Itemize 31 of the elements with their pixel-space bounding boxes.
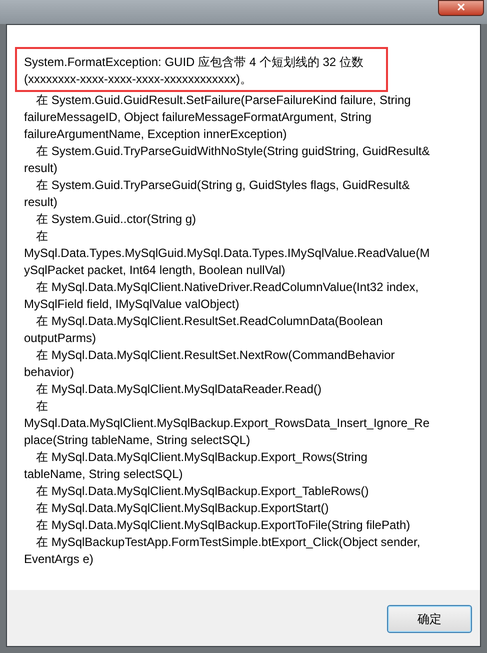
stack-trace-line: 在 MySql.Data.MySqlClient.ResultSet.ReadColumnData(Boolean	[35, 313, 383, 330]
stack-trace-line: outputParms)	[24, 330, 96, 347]
stack-trace-line: 在 MySql.Data.MySqlClient.MySqlBackup.ExportStart()	[35, 500, 329, 517]
ok-button[interactable]: 确定	[387, 605, 472, 633]
stack-trace-line: 在 System.Guid.GuidResult.SetFailure(ParseFailureKind failure, String	[35, 92, 411, 109]
stack-trace-line: 在 MySql.Data.MySqlClient.MySqlBackup.Export_Rows(String	[35, 449, 368, 466]
stack-trace-line: 在 System.Guid..ctor(String g)	[35, 211, 196, 228]
stack-trace-line: 在 System.Guid.TryParseGuidWithNoStyle(String guidString, GuidResult&	[35, 143, 430, 160]
stack-trace-line: 在 MySql.Data.MySqlClient.ResultSet.NextRow(CommandBehavior	[35, 347, 395, 364]
stack-trace-line: EventArgs e)	[24, 551, 94, 568]
error-message: System.FormatException: GUID 应包含带 4 个短划线的 32 位数	[24, 54, 364, 71]
stack-trace-line: 在 MySql.Data.MySqlClient.NativeDriver.ReadColumnValue(Int32 index,	[35, 279, 419, 296]
stack-trace-line: behavior)	[24, 364, 74, 381]
stack-trace-line: ySqlPacket packet, Int64 length, Boolean nullVal)	[24, 262, 286, 279]
stack-trace-line: 在 MySql.Data.MySqlClient.MySqlBackup.ExportToFile(String filePath)	[35, 517, 410, 534]
stack-trace-line: failureArgumentName, Exception innerException)	[24, 126, 287, 143]
stack-trace-line: place(String tableName, String selectSQL)	[24, 432, 250, 449]
stack-trace-line: 在 MySql.Data.MySqlClient.MySqlDataReader.Read()	[35, 381, 322, 398]
stack-trace-line: tableName, String selectSQL)	[24, 466, 183, 483]
stack-trace-line: result)	[24, 160, 58, 177]
error-message: (xxxxxxxx-xxxx-xxxx-xxxx-xxxxxxxxxxxx)。	[24, 71, 252, 88]
stack-trace-line: MySql.Data.Types.MySqlGuid.MySql.Data.Types.IMySqlValue.ReadValue(M	[24, 245, 430, 262]
stack-trace-line: 在	[35, 228, 48, 245]
stack-trace-line: result)	[24, 194, 58, 211]
stack-trace-line: MySql.Data.MySqlClient.MySqlBackup.Export_RowsData_Insert_Ignore_Re	[24, 415, 430, 432]
stack-trace-line: 在 MySql.Data.MySqlClient.MySqlBackup.Export_TableRows()	[35, 483, 369, 500]
stack-trace-line: 在 System.Guid.TryParseGuid(String g, GuidStyles flags, GuidResult&	[35, 177, 410, 194]
stack-trace-line: failureMessageID, Object failureMessageFormatArgument, String	[24, 109, 372, 126]
stack-trace-line: 在 MySqlBackupTestApp.FormTestSimple.btExport_Click(Object sender,	[35, 534, 420, 551]
stack-trace-line: MySqlField field, IMySqlValue valObject)	[24, 296, 240, 313]
stack-trace-line: 在	[35, 398, 48, 415]
